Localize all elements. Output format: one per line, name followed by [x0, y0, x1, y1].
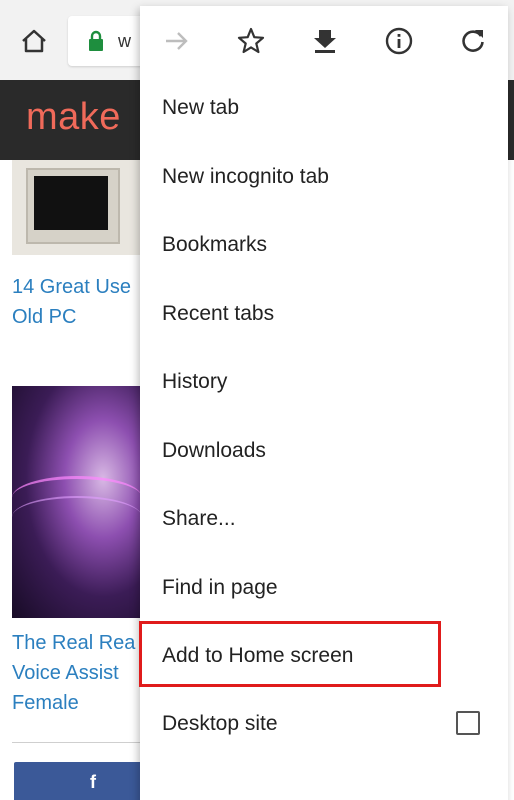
- page-info-button[interactable]: [376, 18, 422, 64]
- download-button[interactable]: [302, 18, 348, 64]
- home-icon: [22, 29, 46, 53]
- reload-icon: [462, 30, 484, 52]
- article-thumbnail[interactable]: [12, 160, 142, 255]
- site-logo[interactable]: make: [26, 96, 121, 139]
- home-button[interactable]: [14, 24, 54, 58]
- menu-item-recent-tabs[interactable]: Recent tabs: [162, 299, 274, 329]
- wave-decoration: [12, 496, 142, 538]
- arrow-forward-icon: [166, 32, 188, 50]
- reload-button[interactable]: [450, 18, 496, 64]
- menu-item-new-tab[interactable]: New tab: [162, 93, 239, 123]
- article-thumbnail[interactable]: [12, 386, 142, 618]
- facebook-share-button[interactable]: f: [14, 762, 154, 800]
- menu-item-bookmarks[interactable]: Bookmarks: [162, 230, 267, 260]
- screen: w make 14 Great Use Old PC The Real Rea …: [0, 0, 514, 800]
- article-title-link[interactable]: 14 Great Use Old PC: [12, 272, 131, 332]
- desktop-site-checkbox[interactable]: [456, 711, 480, 735]
- article-title-link[interactable]: The Real Rea Voice Assist Female: [12, 628, 135, 718]
- menu-item-desktop-site[interactable]: Desktop site: [162, 709, 278, 739]
- menu-icon-row: [140, 6, 508, 76]
- star-icon: [237, 27, 265, 54]
- menu-item-share[interactable]: Share...: [162, 504, 236, 534]
- info-icon: [385, 27, 413, 55]
- url-text: w: [118, 31, 131, 51]
- divider: [12, 742, 142, 743]
- facebook-icon: f: [90, 772, 96, 792]
- menu-item-new-incognito-tab[interactable]: New incognito tab: [162, 162, 329, 192]
- bookmark-button[interactable]: [228, 18, 274, 64]
- menu-item-add-to-home-screen[interactable]: Add to Home screen: [162, 641, 353, 671]
- overflow-menu: New tab New incognito tab Bookmarks Rece…: [139, 6, 508, 800]
- monitor-screen: [34, 176, 108, 230]
- menu-item-history[interactable]: History: [162, 367, 227, 397]
- menu-item-downloads[interactable]: Downloads: [162, 436, 266, 466]
- forward-button[interactable]: [154, 18, 200, 64]
- download-icon: [314, 30, 336, 53]
- lock-icon: [89, 30, 103, 51]
- menu-item-find-in-page[interactable]: Find in page: [162, 573, 278, 603]
